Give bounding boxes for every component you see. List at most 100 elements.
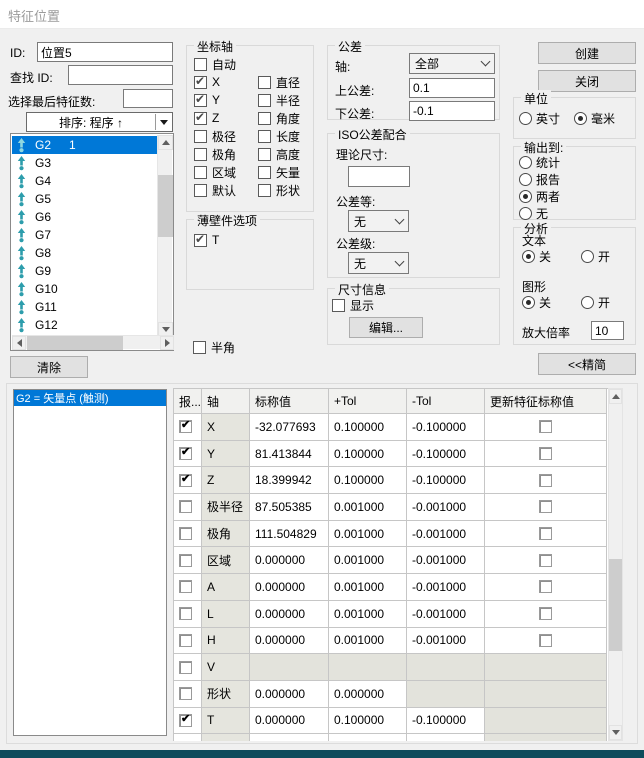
update-nominal-checkbox[interactable] [539,554,552,567]
ptol-cell[interactable]: 0.000000 [329,681,407,708]
tolerance-axis-dropdown[interactable]: 全部 [409,53,495,74]
output-radio-无[interactable] [519,207,532,220]
simplify-button[interactable]: <<精简 [538,353,636,375]
nominal-size-input[interactable] [348,166,410,187]
axis-checkbox-默认[interactable] [194,184,207,197]
analysis-graphic-radio-关[interactable] [522,296,535,309]
create-button[interactable]: 创建 [538,42,636,64]
update-nominal-checkbox[interactable] [539,607,552,620]
sort-dropdown-arrow-icon[interactable] [156,120,172,125]
ntol-cell[interactable]: -0.100000 [407,414,485,441]
axis-checkbox-极径[interactable] [194,130,207,143]
nominal-cell[interactable]: 111.504829 [250,521,329,548]
axis-checkbox-高度[interactable] [258,148,271,161]
report-checkbox[interactable] [179,554,192,567]
axis-checkbox-Y[interactable] [194,94,207,107]
scrollbar-thumb[interactable] [27,336,123,350]
unit-radio-毫米[interactable] [574,112,587,125]
ntol-cell[interactable]: -0.001000 [407,521,485,548]
nominal-cell[interactable]: 0.000000 [250,708,329,735]
tol-type-dropdown[interactable]: 无 [348,210,409,232]
ntol-cell[interactable]: -0.001000 [407,628,485,655]
ptol-cell[interactable]: 0.001000 [329,628,407,655]
ptol-cell[interactable]: 0.001000 [329,601,407,628]
update-nominal-checkbox[interactable] [539,580,552,593]
nominal-cell[interactable]: -32.077693 [250,414,329,441]
axis-checkbox-角度[interactable] [258,112,271,125]
ptol-cell[interactable]: 0.001000 [329,547,407,574]
ptol-cell[interactable]: 0.100000 [329,708,407,735]
nominal-cell[interactable]: 87.505385 [250,494,329,521]
last-features-input[interactable] [123,89,173,108]
axis-checkbox-形状[interactable] [258,184,271,197]
nominal-cell[interactable]: 0.000000 [250,547,329,574]
report-checkbox[interactable] [179,661,192,674]
report-checkbox[interactable] [179,420,192,433]
nominal-cell[interactable]: 81.413844 [250,441,329,468]
close-button[interactable]: 关闭 [538,70,636,92]
ntol-cell[interactable] [407,734,485,741]
ntol-cell[interactable]: -0.001000 [407,601,485,628]
unit-radio-英寸[interactable] [519,112,532,125]
find-id-input[interactable] [68,65,173,85]
report-checkbox[interactable] [179,634,192,647]
report-checkbox[interactable] [179,527,192,540]
output-radio-报告[interactable] [519,173,532,186]
scroll-left-button[interactable] [12,336,26,350]
report-checkbox[interactable] [179,474,192,487]
report-checkbox[interactable] [179,447,192,460]
ntol-cell[interactable]: -0.100000 [407,467,485,494]
ptol-cell[interactable]: 0.100000 [329,414,407,441]
clear-button[interactable]: 清除 [10,356,88,378]
scrollbar-thumb[interactable] [609,559,622,651]
analysis-text-radio-开[interactable] [581,250,594,263]
axis-checkbox-自动[interactable] [194,58,207,71]
ntol-cell[interactable]: -0.001000 [407,547,485,574]
axis-checkbox-区域[interactable] [194,166,207,179]
table-vscrollbar[interactable] [608,388,623,741]
analysis-text-radio-关[interactable] [522,250,535,263]
update-nominal-checkbox[interactable] [539,500,552,513]
update-nominal-checkbox[interactable] [539,447,552,460]
ntol-cell[interactable]: -0.001000 [407,494,485,521]
axis-checkbox-X[interactable] [194,76,207,89]
ntol-cell[interactable]: -0.001000 [407,574,485,601]
axis-checkbox-半径[interactable] [258,94,271,107]
nominal-cell[interactable]: 18.399942 [250,467,329,494]
list-item[interactable]: G12 [12,316,158,334]
scroll-right-button[interactable] [160,336,174,350]
feature-list-vscrollbar[interactable] [157,135,172,337]
ptol-cell[interactable]: 0.100000 [329,441,407,468]
scroll-up-button[interactable] [158,135,173,150]
show-checkbox[interactable] [332,299,345,312]
update-nominal-checkbox[interactable] [539,474,552,487]
list-item[interactable]: G5 [12,190,158,208]
nominal-cell[interactable]: 0.000000 [250,574,329,601]
nominal-cell[interactable]: 0.000000 [250,601,329,628]
list-item[interactable]: G11 [12,298,158,316]
update-nominal-checkbox[interactable] [539,634,552,647]
report-checkbox[interactable] [179,580,192,593]
axis-checkbox-直径[interactable] [258,76,271,89]
list-item[interactable]: G4 [12,172,158,190]
axis-checkbox-Z[interactable] [194,112,207,125]
ptol-cell[interactable] [329,734,407,741]
report-checkbox[interactable] [179,687,192,700]
magnify-input[interactable] [591,321,624,340]
result-selected-item[interactable]: G2 = 矢量点 (触测) [14,390,166,406]
t-checkbox[interactable] [194,234,207,247]
axis-checkbox-极角[interactable] [194,148,207,161]
ptol-cell[interactable]: 0.001000 [329,521,407,548]
list-item[interactable]: G9 [12,262,158,280]
nominal-cell[interactable] [250,734,329,741]
lower-tol-input[interactable] [409,101,495,121]
half-angle-checkbox[interactable] [193,341,206,354]
ntol-cell[interactable]: -0.100000 [407,708,485,735]
sort-dropdown[interactable]: 排序: 程序 ↑ [26,112,173,132]
tol-grade-dropdown[interactable]: 无 [348,252,409,274]
report-checkbox[interactable] [179,607,192,620]
axis-checkbox-长度[interactable] [258,130,271,143]
upper-tol-input[interactable] [409,78,495,98]
scroll-down-button[interactable] [609,725,622,740]
report-checkbox[interactable] [179,500,192,513]
